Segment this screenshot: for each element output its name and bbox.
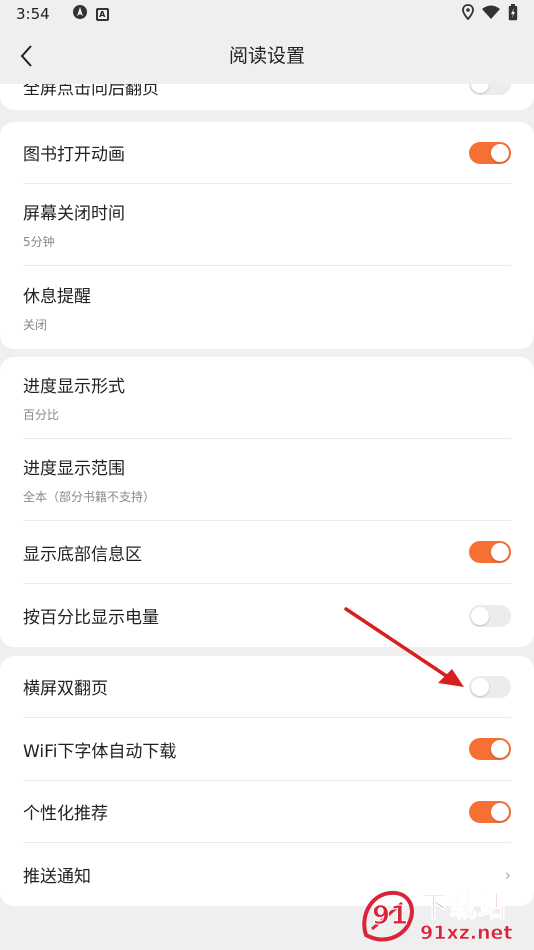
setting-title: 休息提醒 — [23, 286, 91, 307]
a-notification-icon: A — [95, 7, 109, 21]
setting-row-wifi-font-download[interactable]: WiFi下字体自动下载 — [23, 718, 511, 781]
back-button[interactable] — [10, 40, 42, 72]
annotation-arrow-icon — [344, 607, 464, 687]
setting-row-personalized-recommend[interactable]: 个性化推荐 — [23, 781, 511, 843]
setting-subtitle: 关闭 — [23, 317, 48, 332]
wifi-icon — [482, 5, 500, 23]
toggle-knob — [471, 84, 489, 93]
setting-title: 图书打开动画 — [23, 145, 125, 165]
status-bar: 3:54 A — [0, 0, 534, 28]
setting-row-screen-off-time[interactable]: 屏幕关闭时间 5分钟 — [23, 184, 511, 266]
landscape-double-page-toggle[interactable] — [469, 675, 511, 698]
setting-row-book-open-animation[interactable]: 图书打开动画 — [23, 122, 511, 184]
settings-section-1: 图书打开动画 屏幕关闭时间 5分钟 休息提醒 关闭 — [0, 122, 534, 349]
page-title: 阅读设置 — [228, 45, 305, 67]
status-time: 3:54 — [16, 5, 50, 23]
fullscreen-tap-page-toggle[interactable] — [469, 84, 511, 95]
setting-subtitle: 全本（部分书籍不支持） — [23, 490, 156, 504]
setting-title: 个性化推荐 — [23, 804, 108, 824]
setting-title: WiFi下字体自动下载 — [23, 741, 177, 762]
watermark-logo: 91 — [358, 889, 418, 947]
setting-title: 推送通知 — [23, 867, 91, 887]
setting-title: 显示底部信息区 — [23, 544, 142, 565]
wifi-font-download-toggle[interactable] — [469, 738, 511, 760]
toggle-knob — [491, 543, 509, 561]
personalized-recommend-toggle[interactable] — [469, 800, 511, 823]
watermark-logo-text: 91 — [371, 901, 409, 932]
setting-title: 进度显示范围 — [23, 459, 125, 479]
toggle-knob — [471, 606, 489, 625]
setting-row-progress-format[interactable]: 进度显示形式 百分比 — [23, 357, 511, 439]
fullscreen-tap-page-label: 全屏点击向后翻页 — [23, 84, 159, 99]
setting-row-progress-range[interactable]: 进度显示范围 全本（部分书籍不支持） — [23, 439, 511, 521]
settings-section-3: 横屏双翻页 WiFi下字体自动下载 个性化推荐 推送通知 › — [0, 656, 534, 906]
setting-title: 屏幕关闭时间 — [23, 204, 125, 224]
location-pin-icon — [462, 4, 474, 24]
chevron-left-icon — [20, 45, 32, 67]
setting-subtitle: 百分比 — [23, 408, 60, 422]
site-watermark: 91 下载站 91xz.net — [358, 888, 530, 948]
battery-charging-icon — [508, 3, 518, 25]
chevron-right-icon: › — [504, 865, 511, 884]
watermark-url: 91xz.net — [420, 922, 513, 945]
setting-subtitle: 5分钟 — [23, 235, 55, 249]
bottom-info-toggle[interactable] — [469, 541, 511, 563]
toggle-knob — [491, 740, 509, 758]
toggle-knob — [471, 677, 489, 696]
toggle-knob — [491, 802, 509, 821]
watermark-title: 下载站 — [419, 890, 508, 923]
book-open-animation-toggle[interactable] — [469, 141, 511, 164]
setting-title: 横屏双翻页 — [23, 679, 108, 699]
setting-row-bottom-info[interactable]: 显示底部信息区 — [23, 521, 511, 584]
setting-row-rest-reminder[interactable]: 休息提醒 关闭 — [23, 266, 511, 348]
setting-title: 按百分比显示电量 — [23, 608, 159, 628]
settings-section-0: 全屏点击向后翻页 — [0, 84, 534, 110]
setting-title: 进度显示形式 — [23, 377, 125, 397]
location-nav-icon — [72, 4, 88, 24]
battery-percent-toggle[interactable] — [469, 604, 511, 627]
toggle-knob — [491, 143, 509, 162]
title-bar: 阅读设置 — [0, 28, 534, 84]
